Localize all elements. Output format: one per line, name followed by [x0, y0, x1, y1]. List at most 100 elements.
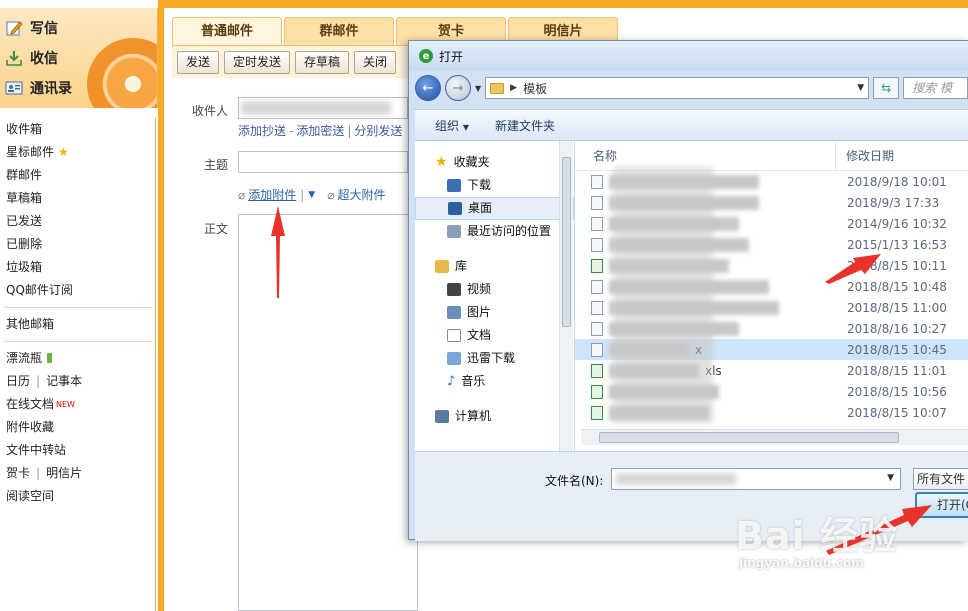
- star-icon: ★: [435, 154, 448, 170]
- search-input[interactable]: 搜索 模: [903, 77, 968, 99]
- red-arrow-attachment: [271, 206, 285, 298]
- tree-videos[interactable]: 视频: [415, 278, 574, 301]
- app-drift-bottle[interactable]: 漂流瓶: [0, 347, 155, 370]
- forward-arrow-icon[interactable]: →: [445, 75, 471, 101]
- subject-input[interactable]: [238, 151, 408, 173]
- picture-icon: [447, 306, 461, 319]
- sidebar: 写信 收信 通讯录 收件箱 星标邮件 ★ 群邮件 草稿箱 已发送 已删除 垃圾箱 …: [0, 0, 158, 611]
- excel-file-icon: [591, 258, 603, 273]
- compose-label: 写信: [30, 21, 58, 37]
- tree-desktop[interactable]: 桌面: [415, 197, 574, 220]
- file-date-cell: 2014/9/16 10:32: [847, 216, 947, 231]
- folder-inbox[interactable]: 收件箱: [0, 118, 155, 141]
- tree-libraries[interactable]: 库: [415, 255, 574, 278]
- tree-favorites[interactable]: ★ 收藏夹: [415, 151, 574, 174]
- current-path[interactable]: 模板: [523, 80, 547, 97]
- add-bcc-link[interactable]: 添加密送: [296, 124, 344, 138]
- address-bar[interactable]: ▶ 模板 ▼: [485, 77, 870, 99]
- folder-sent[interactable]: 已发送: [0, 210, 155, 233]
- recipient-input[interactable]: [238, 97, 408, 119]
- music-note-icon: ♪: [447, 374, 456, 389]
- bottle-icon: [47, 353, 53, 363]
- blurred-filename: [616, 473, 736, 485]
- column-modified[interactable]: 修改日期: [835, 140, 968, 171]
- app-greeting-card[interactable]: 贺卡: [6, 466, 30, 480]
- other-mailboxes[interactable]: 其他邮箱: [0, 313, 155, 336]
- contacts-button[interactable]: 通讯录: [4, 77, 72, 99]
- add-cc-link[interactable]: 添加抄送: [238, 124, 286, 138]
- separate-send-link[interactable]: 分别发送: [354, 124, 402, 138]
- separator: |: [36, 466, 41, 480]
- compose-button[interactable]: 写信: [4, 17, 58, 39]
- contacts-card-icon: [4, 79, 24, 97]
- tree-computer-label: 计算机: [455, 409, 492, 423]
- column-name[interactable]: 名称: [575, 147, 835, 164]
- app-calendar[interactable]: 日历: [6, 374, 30, 388]
- app-postcard[interactable]: 明信片: [46, 466, 82, 480]
- app-file-transfer[interactable]: 文件中转站: [0, 439, 155, 462]
- attachment-dropdown-icon[interactable]: ▼: [308, 190, 315, 200]
- close-button[interactable]: 关闭: [354, 50, 397, 74]
- app-online-docs[interactable]: 在线文档 NEW: [0, 393, 155, 416]
- word-file-icon: [591, 300, 603, 315]
- tab-normal-mail[interactable]: 普通邮件: [172, 17, 282, 45]
- send-button[interactable]: 发送: [177, 50, 220, 74]
- inbox-download-icon: [4, 49, 24, 67]
- filename-input[interactable]: ▼: [611, 468, 901, 490]
- large-attachment-link[interactable]: 超大附件: [337, 186, 385, 203]
- receive-label: 收信: [30, 51, 58, 67]
- tree-pictures-label: 图片: [467, 305, 492, 319]
- watermark-brand: Bai 经验: [735, 514, 898, 558]
- app-reading[interactable]: 阅读空间: [0, 485, 155, 508]
- horizontal-scrollbar[interactable]: [581, 429, 968, 445]
- filename-dropdown-icon[interactable]: ▼: [887, 473, 894, 483]
- tree-thunder[interactable]: 迅雷下载: [415, 347, 574, 370]
- refresh-icon[interactable]: ⇆: [873, 77, 900, 99]
- desktop-icon: [448, 202, 462, 215]
- organize-menu[interactable]: 组织 ▼: [435, 117, 469, 134]
- tree-downloads[interactable]: 下载: [415, 174, 574, 197]
- tree-scrollbar[interactable]: [559, 141, 573, 451]
- scheduled-send-button[interactable]: 定时发送: [224, 50, 291, 74]
- file-date-cell: 2018/8/15 10:56: [847, 384, 947, 399]
- history-dropdown-icon[interactable]: ▼: [475, 84, 481, 93]
- tab-group-mail[interactable]: 群邮件: [284, 17, 394, 45]
- baidu-watermark: Bai 经验 jingyan.baidu.com: [735, 505, 898, 570]
- filetype-select[interactable]: 所有文件: [913, 468, 968, 490]
- navigation-tree: ★ 收藏夹 下载 桌面 最近访问的位置 库 视频 图片 文档 迅雷下载 ♪ 音乐 计…: [415, 141, 575, 451]
- folder-starred[interactable]: 星标邮件 ★: [0, 141, 155, 164]
- tree-music[interactable]: ♪ 音乐: [415, 370, 574, 393]
- attachment-row: ⌀ 添加附件 | ▼ ⌀ 超大附件: [238, 186, 385, 203]
- tree-pictures[interactable]: 图片: [415, 301, 574, 324]
- excel-file-icon: [591, 405, 603, 420]
- folder-group-mail[interactable]: 群邮件: [0, 164, 155, 187]
- filename-label: 文件名(N):: [545, 474, 604, 488]
- app-notepad[interactable]: 记事本: [46, 374, 82, 388]
- tree-recent[interactable]: 最近访问的位置: [415, 220, 574, 243]
- word-file-icon: [591, 195, 603, 210]
- folder-deleted[interactable]: 已删除: [0, 233, 155, 256]
- folder-junk[interactable]: 垃圾箱: [0, 256, 155, 279]
- tree-computer[interactable]: 计算机: [415, 405, 574, 428]
- tree-downloads-label: 下载: [467, 178, 492, 192]
- horizontal-scroll-thumb[interactable]: [599, 432, 899, 443]
- paperclip-icon: ⌀: [327, 187, 335, 202]
- excel-file-icon: [591, 363, 603, 378]
- file-date-cell: 2018/9/3 17:33: [847, 195, 940, 210]
- tree-scroll-thumb[interactable]: [562, 157, 571, 327]
- new-folder-button[interactable]: 新建文件夹: [495, 117, 555, 134]
- back-arrow-icon[interactable]: ←: [415, 75, 441, 101]
- separator: |: [347, 124, 352, 138]
- body-editor[interactable]: [238, 214, 418, 611]
- save-draft-button[interactable]: 存草稿: [295, 50, 350, 74]
- word-file-icon: [591, 321, 603, 336]
- folder-subscriptions[interactable]: QQ邮件订阅: [0, 279, 155, 302]
- add-attachment-link[interactable]: 添加附件: [248, 186, 296, 203]
- app-attachments[interactable]: 附件收藏: [0, 416, 155, 439]
- folder-nav: 收件箱 星标邮件 ★ 群邮件 草稿箱 已发送 已删除 垃圾箱 QQ邮件订阅 其他邮…: [0, 118, 156, 611]
- tree-documents[interactable]: 文档: [415, 324, 574, 347]
- folder-drafts[interactable]: 草稿箱: [0, 187, 155, 210]
- command-bar: 组织 ▼ 新建文件夹: [415, 109, 968, 141]
- receive-button[interactable]: 收信: [4, 47, 58, 69]
- path-dropdown-icon[interactable]: ▼: [857, 83, 864, 93]
